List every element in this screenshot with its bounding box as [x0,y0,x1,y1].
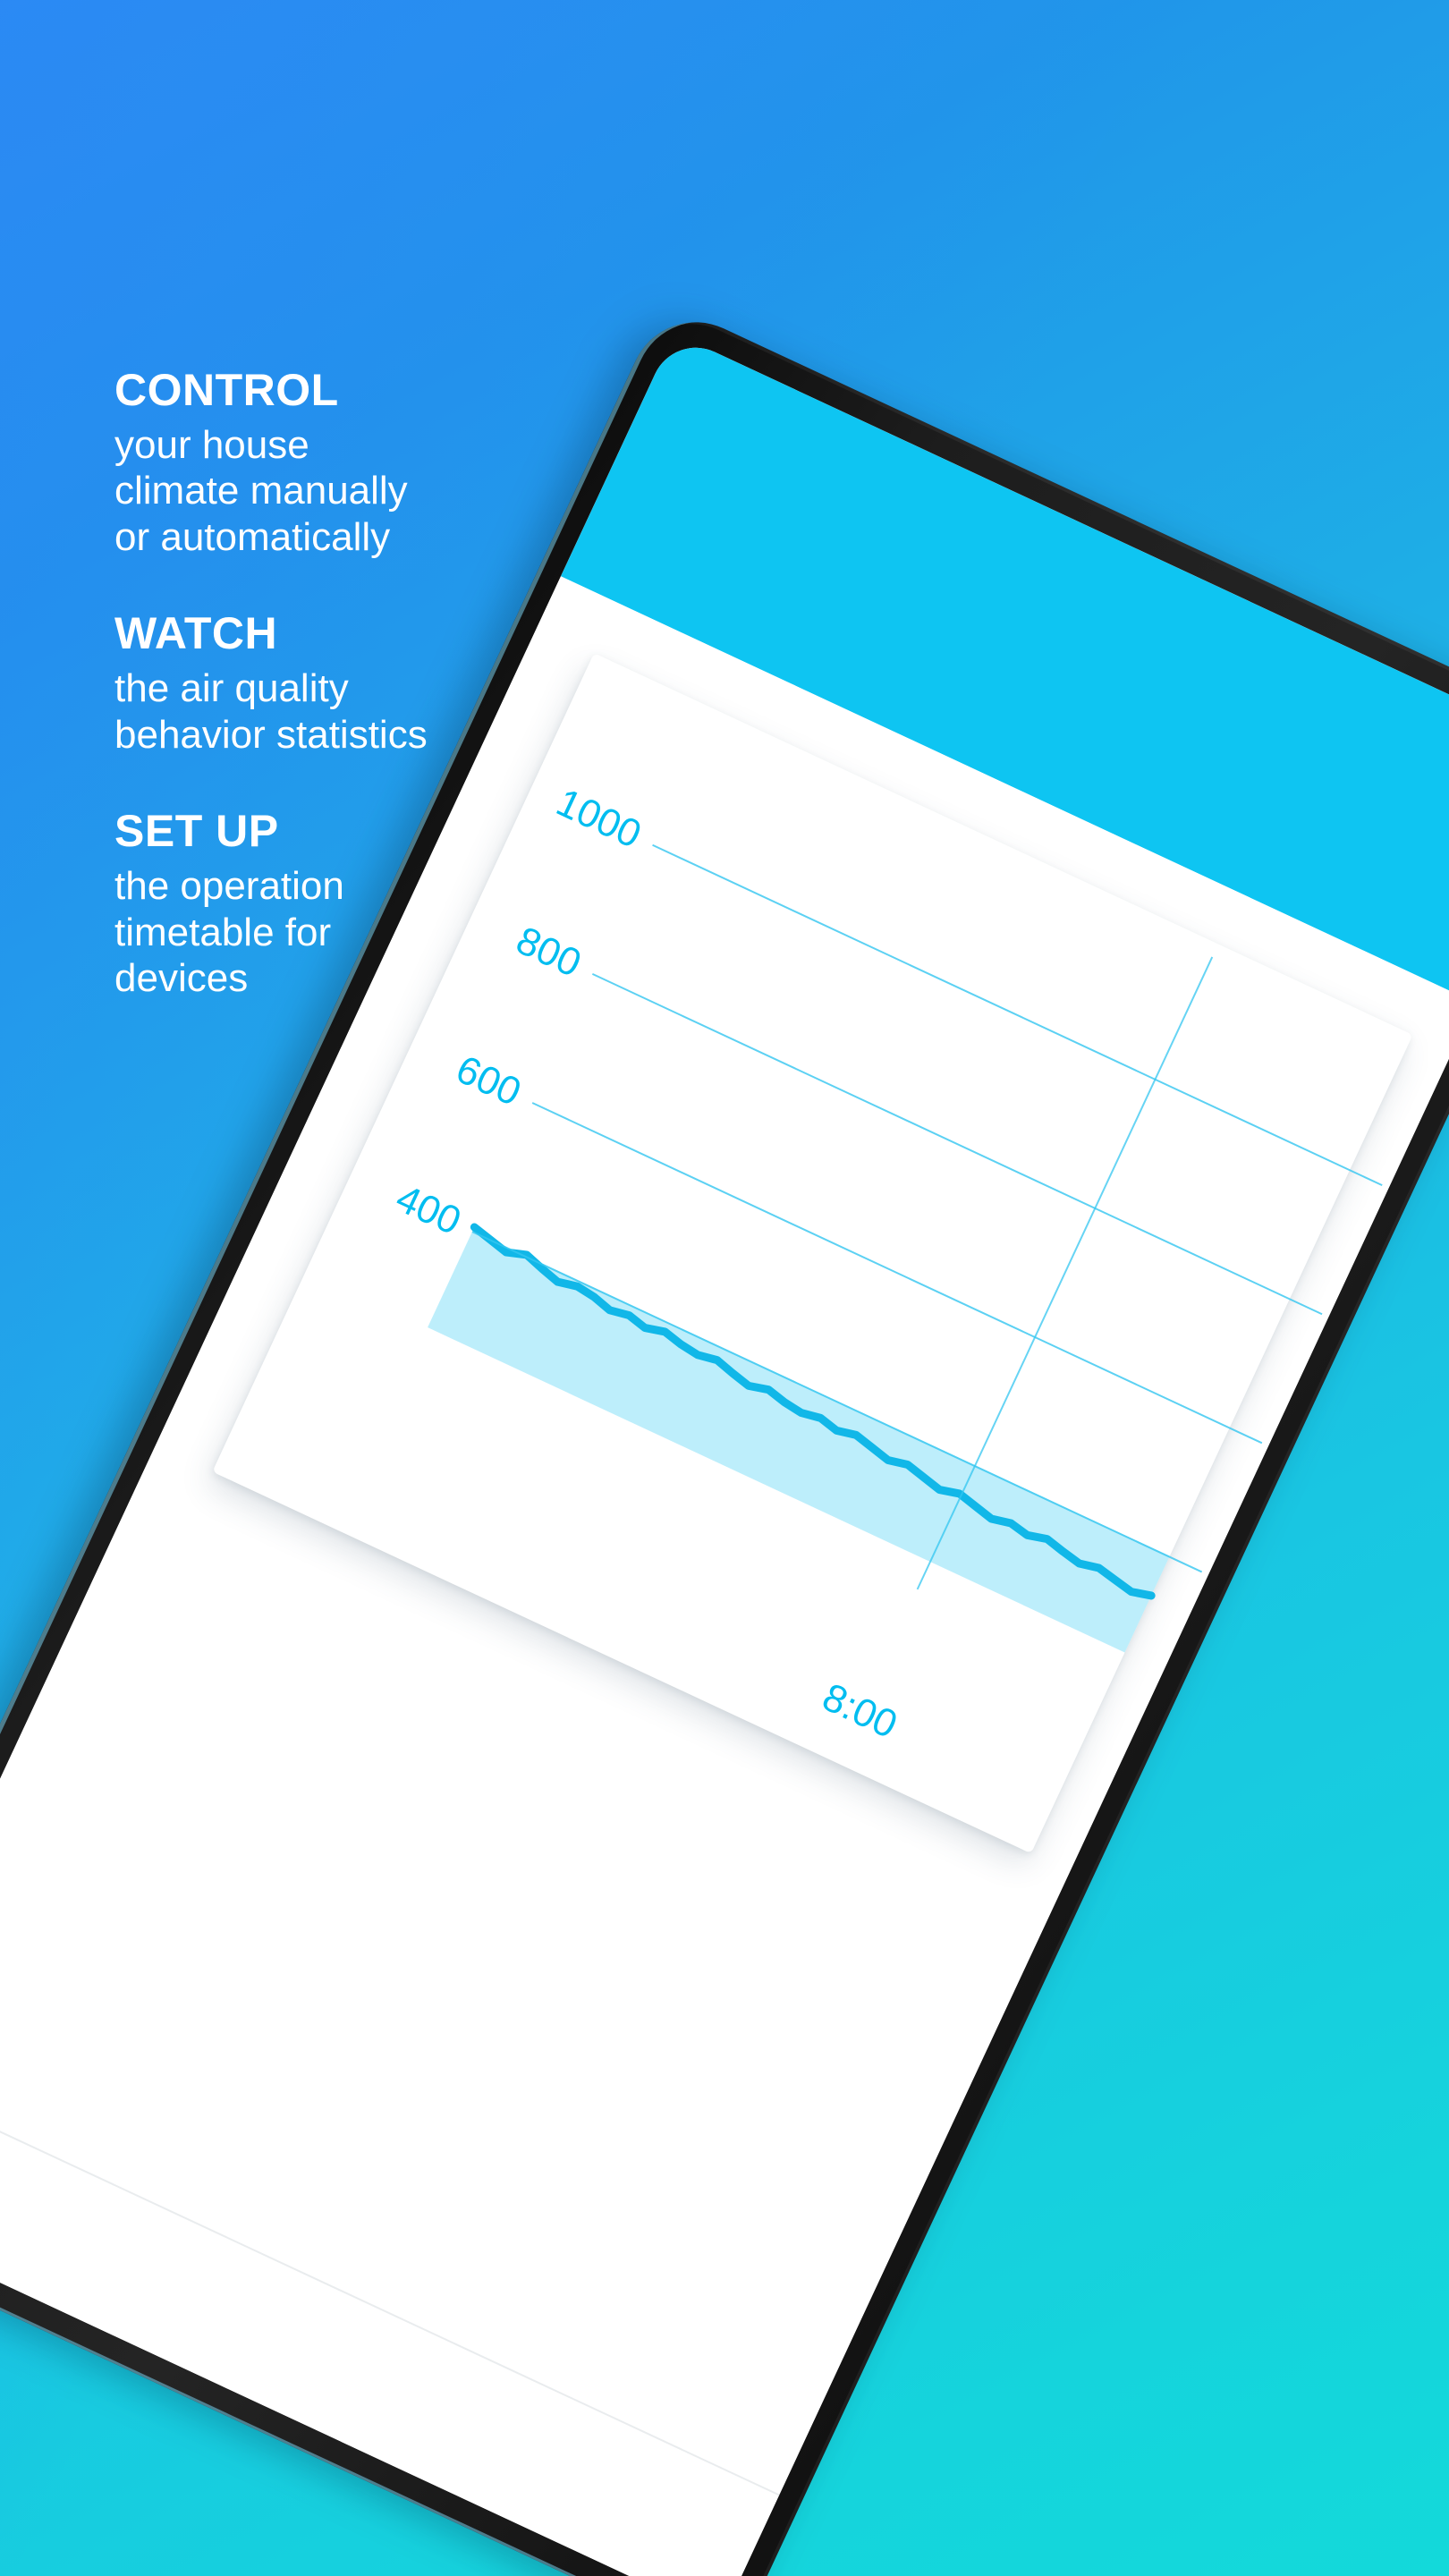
chart-y-tick-label: 400 [389,1175,468,1244]
copy-block-control: CONTROL your house climate manually or a… [114,367,687,560]
copy-line: the operation [114,864,344,909]
control-divider [0,2067,780,2496]
copy-heading: CONTROL [114,365,339,415]
copy-line: the air quality [114,666,349,711]
copy-line: climate manually [114,469,408,513]
marketing-copy: CONTROL your house climate manually or a… [114,367,687,1002]
chart-y-tick-label: 600 [449,1046,528,1115]
copy-block-watch: WATCH the air quality behavior statistic… [114,610,687,758]
copy-block-setup: SET UP the operation timetable for devic… [114,808,687,1001]
range-chip-12h[interactable]: 12 H [0,2143,24,2339]
copy-line: devices [114,956,249,1001]
copy-heading: WATCH [114,608,278,659]
chart-series-line [470,1223,1156,1600]
promo-screenshot: CONTROL your house climate manually or a… [0,0,1449,2576]
copy-line: your house [114,423,309,467]
copy-line: or automatically [114,514,391,559]
copy-heading: SET UP [114,806,279,857]
copy-line: timetable for [114,910,332,954]
copy-line: behavior statistics [114,712,428,757]
chart-x-tick-label: 8:00 [816,1674,904,1748]
